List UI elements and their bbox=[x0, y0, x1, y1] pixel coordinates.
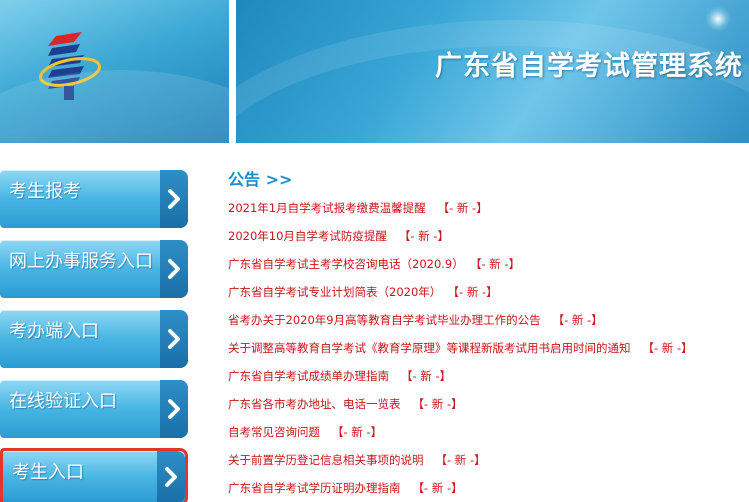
announcement-link[interactable]: 关于调整高等教育自学考试《教育学原理》等课程新版考试用书启用时间的通知 bbox=[228, 341, 631, 355]
announcement-link[interactable]: 省考办关于2020年9月高等教育自学考试毕业办理工作的公告 bbox=[228, 313, 541, 327]
page-header: 广东省自学考试管理系统 bbox=[0, 0, 749, 146]
sidebar-item-online-services[interactable]: 网上办事服务入口 bbox=[0, 240, 188, 298]
new-badge: 【- 新 -】 bbox=[435, 453, 486, 467]
logo-panel bbox=[0, 0, 229, 143]
chevron-right-icon bbox=[160, 380, 188, 438]
announcement-item[interactable]: 2020年10月自学考试防疫提醒 【- 新 -】 bbox=[228, 228, 449, 244]
chevron-right-icon bbox=[160, 310, 188, 368]
announcement-link[interactable]: 关于前置学历登记信息相关事项的说明 bbox=[228, 453, 424, 467]
new-badge: 【- 新 -】 bbox=[401, 369, 452, 383]
announcement-link[interactable]: 自考常见咨询问题 bbox=[228, 425, 320, 439]
announcement-item[interactable]: 广东省自学考试学历证明办理指南 【- 新 -】 bbox=[228, 480, 463, 496]
chevron-right-icon bbox=[160, 240, 188, 298]
sidebar-item-exam-registration[interactable]: 考生报考 bbox=[0, 170, 188, 228]
sidebar-item-label: 在线验证入口 bbox=[9, 391, 117, 412]
sidebar-item-label: 考生入口 bbox=[12, 462, 84, 483]
sidebar-item-candidate-portal[interactable]: 考生入口 bbox=[0, 448, 188, 502]
new-badge: 【- 新 -】 bbox=[552, 313, 603, 327]
chevron-right-icon bbox=[160, 170, 188, 228]
announcements-panel: 公告 >> 2021年1月自学考试报考缴费温馨提醒 【- 新 -】 2020年10月… bbox=[228, 166, 748, 502]
new-badge: 【- 新 -】 bbox=[332, 425, 383, 439]
announcements-title[interactable]: 公告 >> bbox=[228, 166, 748, 190]
new-badge: 【- 新 -】 bbox=[412, 481, 463, 495]
announcement-item[interactable]: 关于前置学历登记信息相关事项的说明 【- 新 -】 bbox=[228, 452, 486, 468]
new-badge: 【- 新 -】 bbox=[398, 229, 450, 243]
announcement-link[interactable]: 广东省自学考试成绩单办理指南 bbox=[228, 369, 389, 383]
chevron-right-icon bbox=[157, 451, 185, 502]
announcement-item[interactable]: 广东省自学考试成绩单办理指南 【- 新 -】 bbox=[228, 368, 451, 384]
announcement-item[interactable]: 省考办关于2020年9月高等教育自学考试毕业办理工作的公告 【- 新 -】 bbox=[228, 312, 603, 328]
sidebar-item-label: 考生报考 bbox=[9, 181, 81, 202]
site-title: 广东省自学考试管理系统 bbox=[435, 51, 743, 82]
announcement-item[interactable]: 2021年1月自学考试报考缴费温馨提醒 【- 新 -】 bbox=[228, 200, 488, 216]
announcement-item[interactable]: 广东省自学考试主考学校咨询电话（2020.9） 【- 新 -】 bbox=[228, 256, 520, 272]
announcement-item[interactable]: 广东省自学考试专业计划简表（2020年） 【- 新 -】 bbox=[228, 284, 498, 300]
announcement-item[interactable]: 关于调整高等教育自学考试《教育学原理》等课程新版考试用书启用时间的通知 【- 新 … bbox=[228, 340, 693, 356]
sidebar-item-label: 考办端入口 bbox=[9, 321, 99, 342]
sidebar-item-label: 网上办事服务入口 bbox=[9, 251, 153, 272]
announcement-link[interactable]: 2020年10月自学考试防疫提醒 bbox=[228, 229, 387, 243]
sidebar-item-online-verification[interactable]: 在线验证入口 bbox=[0, 380, 188, 438]
announcement-link[interactable]: 广东省各市考办地址、电话一览表 bbox=[228, 397, 401, 411]
title-banner: 广东省自学考试管理系统 bbox=[236, 0, 749, 143]
announcement-link[interactable]: 广东省自学考试主考学校咨询电话（2020.9） bbox=[228, 257, 464, 271]
announcement-item[interactable]: 自考常见咨询问题 【- 新 -】 bbox=[228, 424, 382, 440]
announcement-link[interactable]: 广东省自学考试专业计划简表（2020年） bbox=[228, 285, 441, 299]
new-badge: 【- 新 -】 bbox=[453, 285, 498, 299]
announcement-link[interactable]: 2021年1月自学考试报考缴费温馨提醒 bbox=[228, 201, 426, 215]
logo-icon bbox=[39, 32, 101, 100]
announcement-link[interactable]: 广东省自学考试学历证明办理指南 bbox=[228, 481, 401, 495]
new-badge: 【- 新 -】 bbox=[475, 257, 521, 271]
announcement-item[interactable]: 广东省各市考办地址、电话一览表 【- 新 -】 bbox=[228, 396, 463, 412]
sidebar-item-office-portal[interactable]: 考办端入口 bbox=[0, 310, 188, 368]
new-badge: 【- 新 -】 bbox=[642, 341, 693, 355]
new-badge: 【- 新 -】 bbox=[437, 201, 488, 215]
sidebar: 考生报考 网上办事服务入口 考办端入口 在线验证入口 考生入口 bbox=[0, 146, 223, 502]
new-badge: 【- 新 -】 bbox=[412, 397, 463, 411]
